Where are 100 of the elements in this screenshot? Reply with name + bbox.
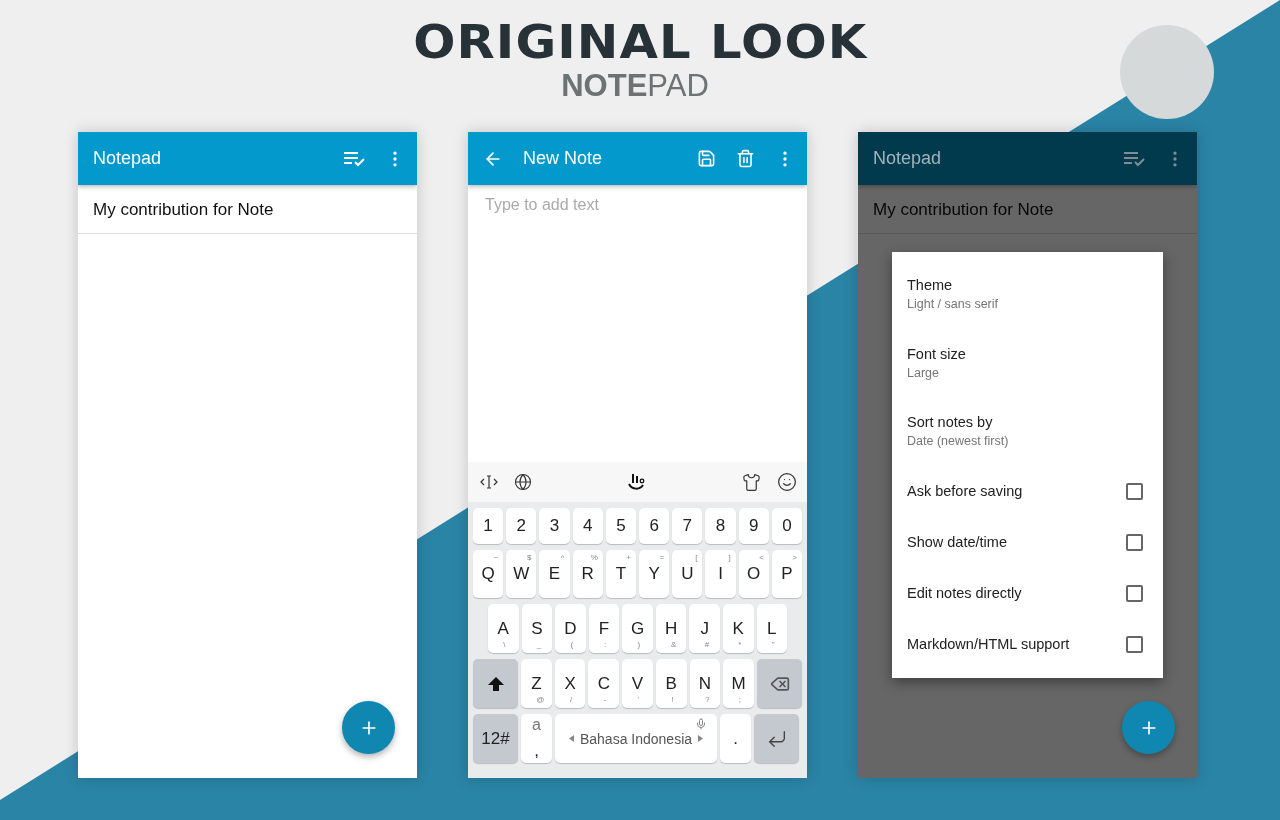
keyboard-key[interactable]: 8 [705,508,736,544]
keyboard-key[interactable]: 1 [473,508,504,544]
key-hint: / [570,695,573,704]
key-hint: > [792,553,798,562]
setting-title: Font size [907,345,967,362]
key-hint: ! [671,695,674,704]
key-hint: ; [738,695,741,704]
setting-title: Sort notes by [907,414,994,431]
keyboard-key[interactable]: V ' [622,659,653,708]
setting-item[interactable]: Edit notes directly [892,567,1163,619]
keyboard-key[interactable]: L " [756,604,788,653]
keyboard-key[interactable]: J # [689,604,720,653]
keyboard-key[interactable]: O < [738,550,769,598]
setting-title: Ask before saving [907,483,1024,499]
keyboard-key[interactable]: H & [655,604,687,653]
globe-icon[interactable] [514,473,532,491]
checkbox[interactable] [1126,533,1143,551]
key-label: , [534,741,539,761]
setting-item[interactable]: Markdown/HTML support [892,618,1163,670]
save-icon[interactable] [697,149,716,168]
key-hint: = [659,553,665,562]
keyboard-key[interactable]: 3 [539,508,570,544]
app-title: Notepad [93,148,163,169]
key-hint: ~ [493,553,499,562]
keyboard-key[interactable]: 9 [738,508,769,544]
add-button[interactable] [342,701,395,754]
delete-icon[interactable] [736,149,755,168]
keyboard-key[interactable]: Y = [639,550,670,598]
checkbox[interactable] [1126,584,1143,602]
key-hint: < [759,553,764,562]
key-hint: * [738,640,742,649]
keyboard-key[interactable]: D ( [555,604,586,653]
keyboard-key[interactable]: I ] [705,550,736,598]
note-item[interactable]: My contribution for Note [78,187,417,234]
key-hint: ] [728,553,731,562]
shift-key[interactable] [473,659,518,708]
keyboard-key[interactable]: A \ [488,604,519,653]
text-cursor-icon[interactable] [480,474,498,490]
keyboard-key[interactable]: F : [588,604,620,653]
keyboard-key[interactable]: Z @ [521,659,552,708]
keyboard-key[interactable]: 4 [572,508,603,544]
keyboard-key[interactable]: P > [771,550,803,598]
keyboard-key[interactable]: 7 [672,508,703,544]
keyboard-key[interactable]: . [720,714,751,763]
keyboard-key[interactable]: T + [605,550,636,598]
setting-value: Large [907,365,940,380]
shirt-icon[interactable] [742,472,761,492]
key-hint: # [704,640,710,649]
setting-item[interactable]: Ask before saving [892,465,1163,517]
checkbox[interactable] [1126,482,1143,500]
symbols-key[interactable]: 12# [473,714,518,763]
keyboard-key[interactable]: W $ [506,550,537,598]
backspace-key[interactable] [757,659,803,708]
keyboard-key[interactable]: B ! [655,659,687,708]
keyboard-key[interactable]: M ; [723,659,755,708]
key-hint: ^ [560,553,565,562]
setting-title: Show date/time [907,534,1008,550]
setting-item[interactable]: Theme Light / sans serif [892,260,1163,329]
key-hint: $ [526,553,532,562]
setting-title: Theme [907,277,954,294]
space-key[interactable]: Bahasa Indonesia [555,714,717,763]
caret-right-icon [698,735,704,742]
key-hint: ? [704,695,710,704]
page-subtitle: NOTEPAD [561,70,709,102]
key-hint: [ [695,553,698,562]
setting-item[interactable]: Font size Large [892,328,1163,397]
keyboard-key[interactable]: N ? [689,659,721,708]
caret-left-icon [568,735,574,742]
keyboard-key[interactable]: E ^ [539,550,570,598]
keyboard-key[interactable]: R % [572,550,603,598]
keyboard-key[interactable]: Q ~ [473,550,504,598]
keyboard-key[interactable]: 6 [639,508,670,544]
key-hint: @ [536,695,545,704]
keyboard-key[interactable]: C - [588,659,620,708]
keyboard-key[interactable]: X / [554,659,586,708]
key-hint: ) [637,640,641,649]
keyboard-key[interactable]: K * [722,604,754,653]
setting-title: Markdown/HTML support [907,636,1071,652]
setting-item[interactable]: Show date/time [892,516,1163,568]
key-hint: % [590,553,598,562]
setting-value: Date (newest first) [907,434,1010,449]
comma-key[interactable]: a , [521,714,552,763]
keyboard-key[interactable]: S _ [521,604,553,653]
app-title: Notepad [873,148,943,169]
keyboard-key[interactable]: 2 [506,508,537,544]
emoji-icon[interactable] [777,472,797,492]
mic-icon [695,718,707,730]
keyboard-key[interactable]: G ) [622,604,653,653]
key-hint: _ [536,640,542,649]
key-hint: ( [570,640,574,649]
checklist-icon[interactable] [1123,150,1145,167]
language-label: Bahasa Indonesia [579,730,693,747]
checkbox[interactable] [1126,635,1143,653]
keyboard-key[interactable]: 5 [605,508,636,544]
keyboard-key[interactable]: U [ [672,550,703,598]
key-hint: ' [637,695,640,704]
keyboard-key[interactable]: 0 [771,508,803,544]
key-hint: a [532,716,541,734]
setting-item[interactable]: Sort notes by Date (newest first) [892,397,1163,466]
key-hint: : [603,640,607,649]
